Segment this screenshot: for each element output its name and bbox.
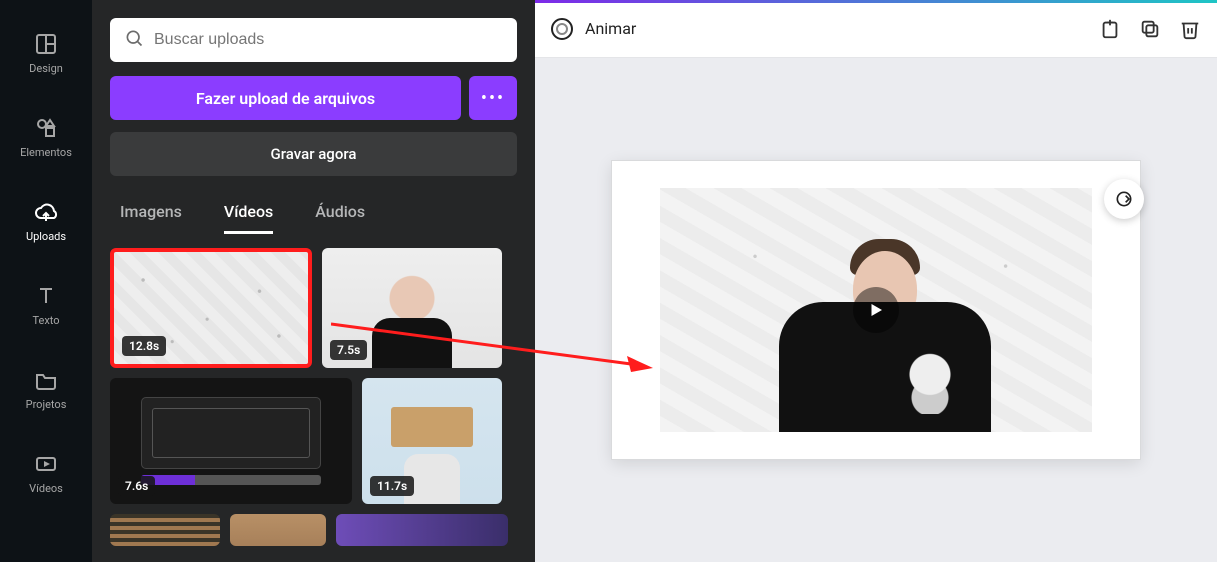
tab-videos[interactable]: Vídeos bbox=[224, 202, 273, 234]
app-root: Design Elementos Uploads Texto Projetos bbox=[0, 0, 1217, 562]
video-thumb[interactable] bbox=[230, 514, 326, 546]
video-thumb[interactable]: 11.7s bbox=[362, 378, 502, 504]
record-button-label: Gravar agora bbox=[271, 145, 357, 163]
rail-design[interactable]: Design bbox=[8, 20, 84, 86]
editor-canvas-area: Animar bbox=[535, 0, 1217, 562]
video-thumb[interactable] bbox=[336, 514, 508, 546]
duration-badge: 7.6s bbox=[118, 476, 155, 496]
search-input-wrap[interactable] bbox=[110, 18, 517, 62]
rail-elements[interactable]: Elementos bbox=[8, 104, 84, 170]
rail-label: Texto bbox=[32, 314, 59, 327]
upload-button-label: Fazer upload de arquivos bbox=[196, 89, 375, 108]
duration-badge: 11.7s bbox=[370, 476, 414, 496]
upload-files-button[interactable]: Fazer upload de arquivos bbox=[110, 76, 461, 120]
play-rect-icon bbox=[34, 452, 58, 476]
cloud-upload-icon bbox=[34, 200, 58, 224]
tab-images[interactable]: Imagens bbox=[120, 202, 182, 234]
add-element-floating-button[interactable] bbox=[1104, 179, 1144, 219]
search-icon bbox=[124, 28, 144, 52]
video-thumb[interactable] bbox=[110, 514, 220, 546]
top-gradient-bar bbox=[535, 0, 1217, 3]
more-dots-icon: ••• bbox=[481, 88, 505, 109]
search-input[interactable] bbox=[154, 31, 503, 49]
duration-badge: 12.8s bbox=[122, 336, 166, 356]
rail-label: Vídeos bbox=[29, 482, 63, 495]
video-thumb[interactable]: 7.6s bbox=[110, 378, 352, 504]
rail-label: Design bbox=[29, 62, 63, 75]
text-icon bbox=[34, 284, 58, 308]
upload-more-button[interactable]: ••• bbox=[469, 76, 517, 120]
layout-icon bbox=[34, 32, 58, 56]
editor-stage[interactable] bbox=[535, 58, 1217, 562]
animate-icon[interactable] bbox=[551, 18, 573, 40]
design-page[interactable] bbox=[612, 161, 1140, 459]
uploads-panel: Fazer upload de arquivos ••• Gravar agor… bbox=[92, 0, 535, 562]
video-thumb[interactable]: 7.5s bbox=[322, 248, 502, 368]
canvas-video-element[interactable] bbox=[660, 188, 1092, 432]
record-now-button[interactable]: Gravar agora bbox=[110, 132, 517, 176]
rail-projects[interactable]: Projetos bbox=[8, 356, 84, 422]
rail-label: Projetos bbox=[26, 398, 67, 411]
duplicate-page-button[interactable] bbox=[1139, 18, 1161, 40]
uploads-tabs: Imagens Vídeos Áudios bbox=[110, 202, 517, 234]
rail-videos[interactable]: Vídeos bbox=[8, 440, 84, 506]
rail-label: Uploads bbox=[26, 230, 66, 243]
left-rail: Design Elementos Uploads Texto Projetos bbox=[0, 0, 92, 562]
tab-audios[interactable]: Áudios bbox=[315, 202, 365, 234]
duration-badge: 7.5s bbox=[330, 340, 367, 360]
play-button[interactable] bbox=[853, 287, 899, 333]
upload-row: Fazer upload de arquivos ••• bbox=[110, 76, 517, 120]
add-page-button[interactable] bbox=[1099, 18, 1121, 40]
rail-label: Elementos bbox=[20, 146, 72, 159]
top-bar-left: Animar bbox=[551, 18, 636, 40]
shapes-icon bbox=[34, 116, 58, 140]
video-thumb[interactable]: 12.8s bbox=[110, 248, 312, 368]
rail-uploads[interactable]: Uploads bbox=[8, 188, 84, 254]
top-bar-right bbox=[1099, 18, 1201, 40]
delete-page-button[interactable] bbox=[1179, 18, 1201, 40]
folder-icon bbox=[34, 368, 58, 392]
animate-button[interactable]: Animar bbox=[585, 19, 636, 38]
rail-text[interactable]: Texto bbox=[8, 272, 84, 338]
video-thumb-grid: 12.8s 7.5s 7.6s 11.7s bbox=[110, 248, 517, 546]
canvas-top-bar: Animar bbox=[535, 0, 1217, 58]
